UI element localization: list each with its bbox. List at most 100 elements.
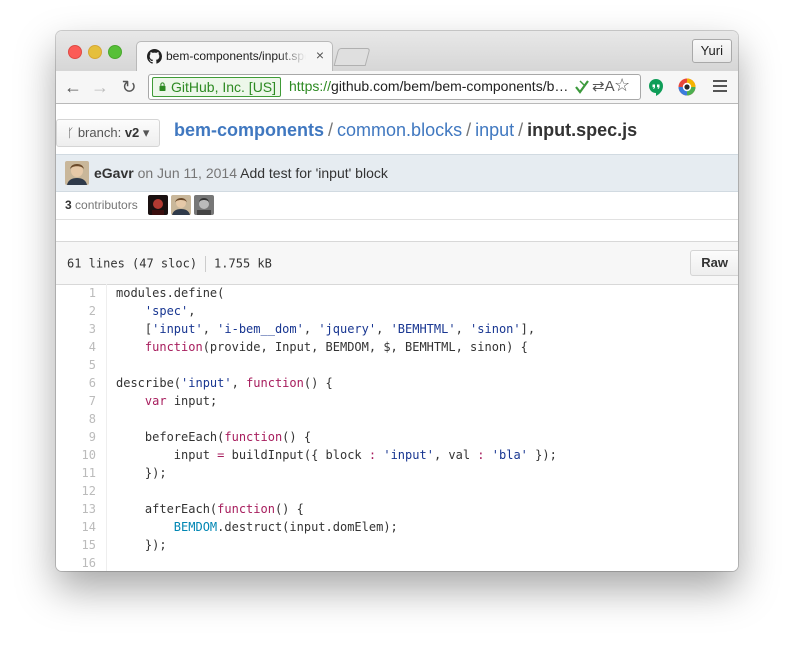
code-text: describe( xyxy=(116,376,182,390)
avatar[interactable] xyxy=(65,161,89,185)
code-line: 2 'spec', xyxy=(56,302,738,320)
line-code: ['input', 'i-bem__dom', 'jquery', 'BEMHT… xyxy=(116,320,535,338)
line-number[interactable]: 11 xyxy=(56,464,107,482)
breadcrumb-separator: / xyxy=(466,120,472,140)
code-text: }); xyxy=(527,448,557,462)
code-text: , xyxy=(455,322,471,336)
line-code: }); xyxy=(116,536,167,554)
tab-close-icon[interactable]: × xyxy=(316,47,324,63)
latest-commit-bar: eGavr on Jun 11, 2014 Add test for 'inpu… xyxy=(56,154,738,192)
raw-button[interactable]: Raw xyxy=(690,250,738,276)
color-picker-extension-icon[interactable] xyxy=(678,78,696,96)
breadcrumb-file-name: input.spec.js xyxy=(527,120,638,140)
tab-title: bem-components/input.spec.js xyxy=(166,49,306,63)
code-string: 'sinon' xyxy=(470,322,521,336)
ev-certificate-badge[interactable]: GitHub, Inc. [US] xyxy=(152,77,282,97)
commit-date: on Jun 11, 2014 xyxy=(137,165,237,181)
line-code: }); xyxy=(116,464,167,482)
bookmark-star-icon[interactable]: ☆ xyxy=(614,75,630,95)
reload-icon[interactable]: ↻ xyxy=(119,77,139,97)
commit-author-link[interactable]: eGavr xyxy=(94,165,134,181)
forward-icon[interactable]: → xyxy=(90,77,110,97)
line-number[interactable]: 3 xyxy=(56,320,107,338)
translate-icon[interactable]: ⇄A xyxy=(592,77,615,97)
line-number[interactable]: 5 xyxy=(56,356,107,374)
checkmark-extension-icon[interactable] xyxy=(574,79,590,95)
contributors-bar: 3 contributors xyxy=(56,191,738,220)
new-tab-button[interactable] xyxy=(333,48,371,66)
url-scheme: https:// xyxy=(289,78,332,94)
back-icon[interactable]: ← xyxy=(63,77,83,97)
line-code: beforeEach(function() { xyxy=(116,428,311,446)
line-number[interactable]: 16 xyxy=(56,554,107,571)
chevron-down-icon: ▾ xyxy=(142,125,150,140)
avatar[interactable] xyxy=(171,195,191,215)
code-string: 'spec' xyxy=(144,304,189,318)
code-line: 16 xyxy=(56,554,738,571)
code-text: ], xyxy=(520,322,536,336)
code-keyword: : xyxy=(477,448,485,462)
breadcrumb-separator: / xyxy=(328,120,334,140)
line-number[interactable]: 2 xyxy=(56,302,107,320)
menu-icon[interactable] xyxy=(713,80,727,95)
hangouts-icon[interactable] xyxy=(647,78,665,96)
code-string: 'bla' xyxy=(491,448,528,462)
profile-button[interactable]: Yuri xyxy=(691,39,732,63)
window-minimize-button[interactable] xyxy=(88,45,102,59)
code-text: , xyxy=(303,322,319,336)
url-text[interactable]: https://github.com/bem/bem-components/bl… xyxy=(289,78,571,94)
code-string: 'BEMHTML' xyxy=(390,322,456,336)
line-code: var input; xyxy=(116,392,217,410)
code-line: 4 function(provide, Input, BEMDOM, $, BE… xyxy=(56,338,738,356)
window-maximize-button[interactable] xyxy=(108,45,122,59)
address-bar[interactable]: GitHub, Inc. [US] https://github.com/bem… xyxy=(148,74,641,100)
breadcrumb-folder-link[interactable]: input xyxy=(475,120,514,140)
line-number[interactable]: 14 xyxy=(56,518,107,536)
branch-selector[interactable]: ᚴ branch: v2 ▾ xyxy=(56,119,161,147)
code-view: 1 modules.define(2 'spec', 3 ['input', 'i-… xyxy=(56,284,738,571)
line-number[interactable]: 9 xyxy=(56,428,107,446)
line-number[interactable]: 8 xyxy=(56,410,107,428)
contributors-count: 3 xyxy=(65,198,72,212)
commit-message-link[interactable]: Add test for 'input' block xyxy=(240,165,388,181)
file-size: 1.755 kB xyxy=(214,256,272,271)
breadcrumb-separator: / xyxy=(518,120,524,140)
contributors-label: contributors xyxy=(75,198,138,212)
line-number[interactable]: 4 xyxy=(56,338,107,356)
breadcrumb: bem-components / common.blocks / input / input… xyxy=(174,120,637,141)
browser-window: bem-components/input.spec.js × Yuri ← → … xyxy=(56,31,738,571)
code-text: () { xyxy=(282,430,312,444)
avatar[interactable] xyxy=(148,195,168,215)
line-number[interactable]: 1 xyxy=(56,284,107,302)
avatar[interactable] xyxy=(194,195,214,215)
code-text: , val xyxy=(433,448,478,462)
breadcrumb-repo-link[interactable]: bem-components xyxy=(174,120,324,140)
code-text: input xyxy=(116,448,218,462)
line-number[interactable]: 6 xyxy=(56,374,107,392)
code-text: .destruct(input.domElem); xyxy=(217,520,398,534)
browser-tab[interactable]: bem-components/input.spec.js × xyxy=(136,41,333,72)
commit-summary: eGavr on Jun 11, 2014 Add test for 'inpu… xyxy=(94,165,388,181)
line-number[interactable]: 15 xyxy=(56,536,107,554)
code-string: 'input' xyxy=(152,322,203,336)
code-keyword: var xyxy=(144,394,167,408)
code-entity: BEMDOM xyxy=(173,520,218,534)
contributors-summary[interactable]: 3 contributors xyxy=(65,198,138,212)
line-number[interactable]: 12 xyxy=(56,482,107,500)
code-line: 5 xyxy=(56,356,738,374)
window-close-button[interactable] xyxy=(68,45,82,59)
line-code: input = buildInput({ block : 'input', va… xyxy=(116,446,557,464)
line-number[interactable]: 13 xyxy=(56,500,107,518)
breadcrumb-folder-link[interactable]: common.blocks xyxy=(337,120,462,140)
code-text: , xyxy=(202,322,218,336)
file-header: 61 lines (47 sloc) 1.755 kB Raw xyxy=(56,241,738,285)
line-number[interactable]: 10 xyxy=(56,446,107,464)
code-string: 'jquery' xyxy=(318,322,377,336)
line-number[interactable]: 7 xyxy=(56,392,107,410)
line-code: BEMDOM.destruct(input.domElem); xyxy=(116,518,398,536)
code-text: }); xyxy=(116,466,167,480)
code-line: 8 xyxy=(56,410,738,428)
code-text: }); xyxy=(116,538,167,552)
